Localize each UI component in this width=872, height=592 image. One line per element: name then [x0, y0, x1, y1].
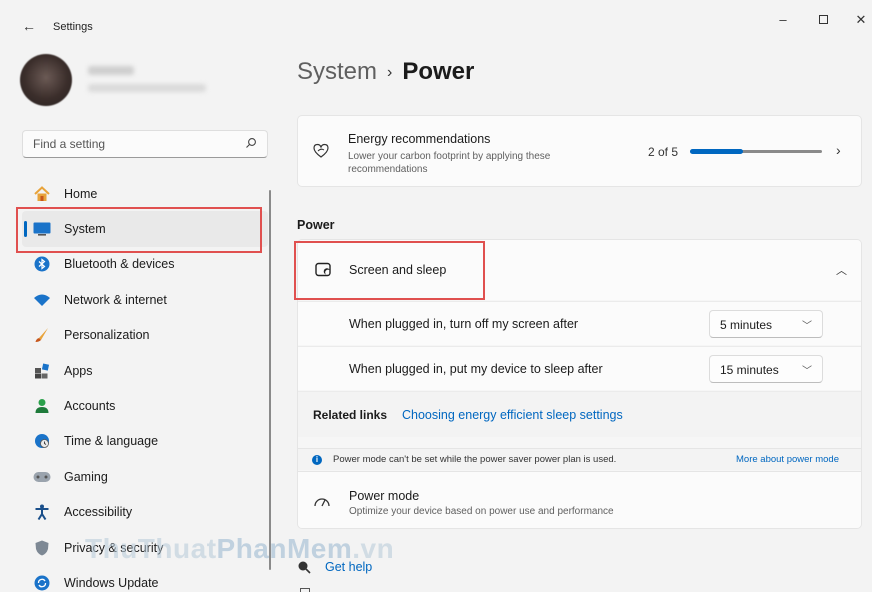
account-icon [32, 396, 52, 416]
screen-sleep-highlight-box [294, 241, 485, 300]
power-mode-subtitle: Optimize your device based on power use … [349, 506, 614, 517]
minimize-button[interactable]: – [768, 6, 798, 34]
get-help-link[interactable]: Get help [297, 560, 372, 574]
section-label: Power [297, 218, 335, 232]
screen-off-value: 5 minutes [720, 318, 773, 332]
sidebar-item-privacy[interactable]: Privacy & security [22, 530, 268, 565]
sidebar-item-label: Home [64, 186, 98, 201]
home-icon [32, 184, 52, 204]
related-links-row: Related links Choosing energy efficient … [298, 391, 861, 437]
chevron-down-icon: ﹀ [802, 366, 812, 377]
avatar[interactable] [20, 54, 72, 106]
energy-progress-fill [690, 149, 743, 154]
feedback-icon[interactable] [300, 588, 310, 592]
power-mode-icon [313, 494, 331, 513]
sidebar-item-gaming[interactable]: Gaming [22, 459, 268, 494]
energy-title: Energy recommendations [348, 132, 491, 146]
energy-sleep-settings-link[interactable]: Choosing energy efficient sleep settings [402, 408, 623, 422]
sidebar-item-personalization[interactable]: Personalization [22, 318, 268, 353]
apps-icon [32, 361, 52, 381]
system-highlight-box [16, 207, 262, 253]
sidebar-item-label: Personalization [64, 328, 150, 343]
sidebar-item-apps[interactable]: Apps [22, 353, 268, 388]
sidebar-item-time-language[interactable]: Time & language [22, 424, 268, 459]
sidebar-item-label: Bluetooth & devices [64, 257, 175, 272]
power-mode-title: Power mode [349, 489, 420, 503]
shield-icon [32, 538, 52, 558]
chevron-down-icon: ﹀ [802, 321, 812, 332]
sidebar-item-accounts[interactable]: Accounts [22, 388, 268, 423]
power-mode-info-bar: i Power mode can't be set while the powe… [298, 448, 861, 470]
screen-off-row: When plugged in, turn off my screen afte… [298, 301, 861, 345]
sidebar-item-accessibility[interactable]: Accessibility [22, 495, 268, 530]
sleep-label: When plugged in, put my device to sleep … [349, 362, 603, 376]
breadcrumb: System › Power [297, 58, 474, 86]
energy-progress-bar [690, 149, 822, 154]
bluetooth-icon [32, 254, 52, 274]
back-arrow-icon[interactable]: ← [22, 18, 36, 34]
breadcrumb-separator: › [387, 63, 393, 81]
close-button[interactable]: ✕ [846, 6, 872, 34]
user-email-blurred [88, 84, 206, 92]
sleep-dropdown[interactable]: 15 minutes ﹀ [709, 355, 823, 383]
power-mode-row[interactable]: Power mode Optimize your device based on… [298, 471, 861, 528]
update-icon [32, 573, 52, 592]
help-icon [298, 561, 311, 574]
sidebar-item-network[interactable]: Network & internet [22, 282, 268, 317]
info-text: Power mode can't be set while the power … [333, 454, 617, 465]
sidebar-item-label: Network & internet [64, 292, 167, 307]
search-icon [246, 138, 256, 148]
leaf-heart-icon [312, 142, 330, 163]
sidebar-item-label: Privacy & security [64, 540, 164, 555]
energy-subtitle: Lower your carbon footprint by applying … [348, 151, 551, 175]
sleep-value: 15 minutes [720, 363, 779, 377]
sidebar-scrollbar[interactable] [269, 190, 271, 570]
accessibility-icon [32, 502, 52, 522]
user-name-blurred [88, 66, 134, 75]
info-icon: i [312, 455, 322, 465]
energy-recommendations-card[interactable]: Energy recommendations Lower your carbon… [297, 115, 862, 187]
get-help-label: Get help [325, 560, 373, 574]
search-box[interactable] [22, 130, 268, 158]
chevron-up-icon: ︿ [836, 265, 847, 277]
maximize-icon [818, 15, 828, 25]
sidebar-item-label: Windows Update [64, 575, 159, 590]
sidebar-item-label: Apps [64, 363, 93, 378]
sidebar-item-label: Time & language [64, 434, 159, 449]
search-input[interactable] [23, 131, 223, 157]
chevron-right-icon: › [836, 142, 841, 158]
app-title: Settings [53, 21, 93, 33]
brush-icon [32, 325, 52, 345]
energy-progress-text: 2 of 5 [648, 145, 679, 159]
gamepad-icon [32, 467, 52, 487]
sidebar-item-label: Accessibility [64, 505, 133, 520]
sidebar-item-windows-update[interactable]: Windows Update [22, 565, 268, 592]
wifi-icon [32, 290, 52, 310]
related-links-label: Related links [313, 408, 388, 422]
more-about-power-mode-link[interactable]: More about power mode [736, 454, 839, 465]
page-title: Power [402, 58, 475, 85]
sleep-row: When plugged in, put my device to sleep … [298, 346, 861, 390]
title-bar: ← Settings – ✕ [0, 0, 872, 48]
breadcrumb-parent[interactable]: System [297, 58, 377, 85]
globe-clock-icon [32, 431, 52, 451]
sidebar-item-label: Gaming [64, 469, 108, 484]
sidebar-item-label: Accounts [64, 399, 116, 414]
screen-off-label: When plugged in, turn off my screen afte… [349, 317, 579, 331]
maximize-button[interactable] [808, 6, 838, 34]
screen-off-dropdown[interactable]: 5 minutes ﹀ [709, 310, 823, 338]
